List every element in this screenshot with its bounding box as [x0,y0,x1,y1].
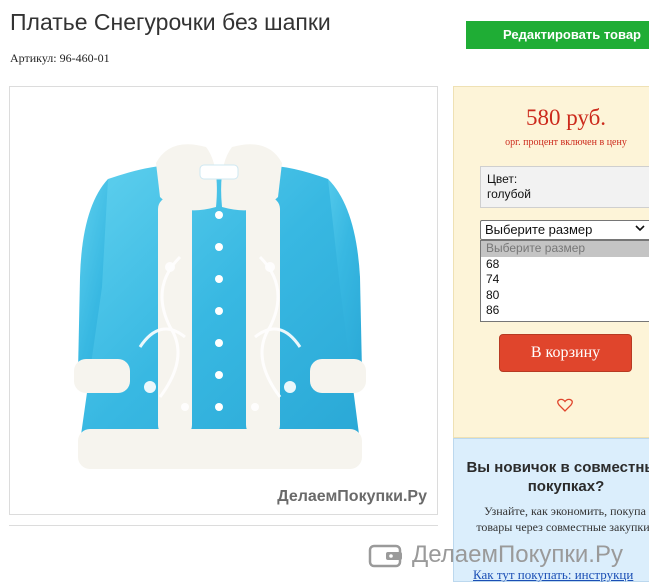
color-value: голубой [487,187,531,201]
divider [9,525,438,526]
how-to-buy-link[interactable]: Как тут покупать: инструкци [473,567,633,583]
chevron-down-icon [634,221,646,240]
page-title: Платье Снегурочки без шапки [10,9,331,35]
size-option-68[interactable]: 68 [481,257,649,273]
article-number: Артикул: 96-460-01 [10,51,110,65]
size-option-74[interactable]: 74 [481,272,649,288]
newbie-title: Вы новичок в совместных покупках? [466,459,649,495]
heart-icon[interactable] [557,398,573,417]
size-select[interactable]: Выберите размер [480,220,649,240]
photo-watermark: ДелаемПокупки.Ру [277,488,427,505]
product-photo[interactable]: ДелаемПокупки.Ру [9,86,438,515]
add-to-cart-button[interactable]: В корзину [499,334,632,372]
purchase-panel: 580 руб. орг. процент включен в цену Цве… [453,86,649,438]
size-option-80[interactable]: 80 [481,288,649,304]
size-dropdown-list: Выберите размер 68 74 80 86 [480,240,649,322]
snow-maiden-dress-image [74,144,366,469]
size-option-86[interactable]: 86 [481,303,649,319]
edit-product-button[interactable]: Редактировать товар [466,21,649,49]
site-watermark-text: ДелаемПокупки.Ру [412,541,623,568]
color-label: Цвет: [487,172,518,186]
size-select-value: Выберите размер [485,222,593,237]
newbie-text: Узнайте, как экономить, покупа товары че… [476,504,649,534]
price-note: орг. процент включен в цену [505,137,627,148]
color-field: Цвет: голубой [480,166,649,208]
price: 580 руб. [525,105,607,130]
size-option-placeholder[interactable]: Выберите размер [481,241,649,257]
wallet-icon [368,542,404,575]
